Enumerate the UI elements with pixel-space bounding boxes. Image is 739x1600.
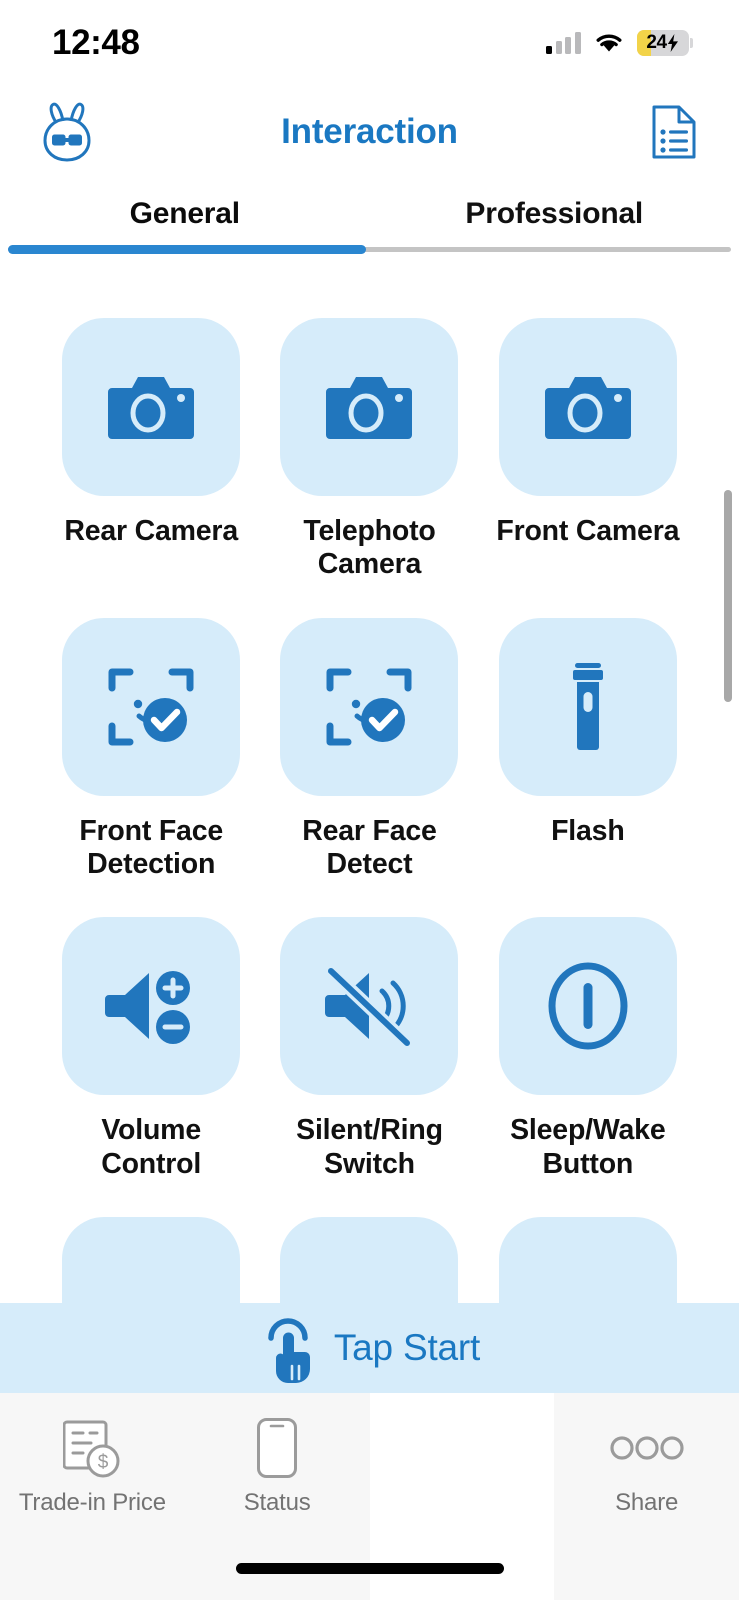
tap-start-label: Tap Start [333,1327,481,1368]
grid-item-front-camera[interactable]: Front Camera [479,318,697,582]
svg-text:$: $ [98,1452,109,1473]
tile-background [498,318,677,496]
app-screen: 12:48 24 Interaction General Professiona… [0,0,739,1600]
tile-background [62,318,241,496]
grid-item-flash[interactable]: Flash [479,617,697,882]
battery-level-label: 24 [646,32,667,53]
price-document-icon: $ [63,1410,121,1486]
rabbit-logo-icon[interactable] [36,101,98,163]
face-detection-icon [326,668,412,746]
grid-item-label: Flash [551,814,625,847]
grid-item-label: Rear Camera [64,515,238,547]
document-report-icon[interactable] [643,101,705,163]
grid-item-label: Telephoto Camera [303,515,436,581]
grid-item-sleep-wake-button[interactable]: Sleep/Wake Button [479,917,697,1181]
grid-item-front-face-detection[interactable]: Front Face Detection [42,617,260,882]
nav-item-label: Share [615,1489,679,1516]
grid-item-label: Front Face Detection [79,814,223,881]
tile-background [498,617,677,796]
page-title: Interaction [281,112,458,151]
nav-item-trade-in-price[interactable]: $ Trade-in Price [0,1393,185,1600]
grid-item-rear-camera[interactable]: Rear Camera [42,318,260,582]
grid-item-telephoto-camera[interactable]: Telephoto Camera [260,318,478,582]
battery-charging-icon: 24 [636,30,689,56]
home-indicator[interactable] [235,1563,504,1574]
grid-item-silent-ring-switch[interactable]: Silent/Ring Switch [260,917,478,1181]
face-detection-icon [108,668,194,746]
grid-item-label: Front Camera [496,515,680,547]
grid-item-rear-face-detect[interactable]: Rear Face Detect [260,617,478,882]
camera-icon [544,377,631,439]
flashlight-icon [572,662,603,750]
camera-icon [108,377,195,439]
share-dots-icon [609,1410,685,1486]
tile-background [280,617,459,796]
wifi-icon [596,34,621,52]
nav-item-label: Status [243,1489,311,1516]
grid-item-label: Sleep/Wake Button [510,1114,666,1180]
status-bar: 12:48 24 [0,0,739,86]
power-button-icon [548,962,628,1050]
tile-background [280,318,459,496]
nav-item-share[interactable]: Share [554,1393,739,1600]
charging-bolt-icon [667,34,678,52]
tap-hand-icon [268,1318,310,1383]
status-bar-indicators: 24 [546,30,693,56]
grid-item-label: Silent/Ring Switch [296,1114,443,1180]
tap-start-button[interactable]: Tap Start [0,1303,739,1393]
grid-item-label: Volume Control [101,1114,202,1180]
tile-background [62,617,241,796]
tab-general[interactable]: General [0,178,370,250]
status-bar-time: 12:48 [52,23,140,62]
app-header: Interaction [0,86,739,178]
tab-professional[interactable]: Professional [370,178,739,250]
feature-grid: Rear Camera Telephoto Camera Front Camer… [0,262,739,1396]
tab-bar: General Professional [0,178,739,260]
volume-control-icon [105,971,191,1045]
grid-item-volume-control[interactable]: Volume Control [42,917,260,1181]
tile-background [280,917,459,1096]
camera-icon [326,377,413,439]
tile-background [498,917,677,1096]
mute-switch-icon [324,964,414,1050]
phone-outline-icon [256,1410,298,1486]
nav-item-label: Trade-in Price [18,1489,166,1516]
grid-item-label: Rear Face Detect [302,814,437,881]
tab-active-indicator [8,245,366,254]
vertical-scrollbar[interactable] [724,490,732,702]
cellular-signal-icon [546,32,581,54]
tile-background [62,917,241,1096]
